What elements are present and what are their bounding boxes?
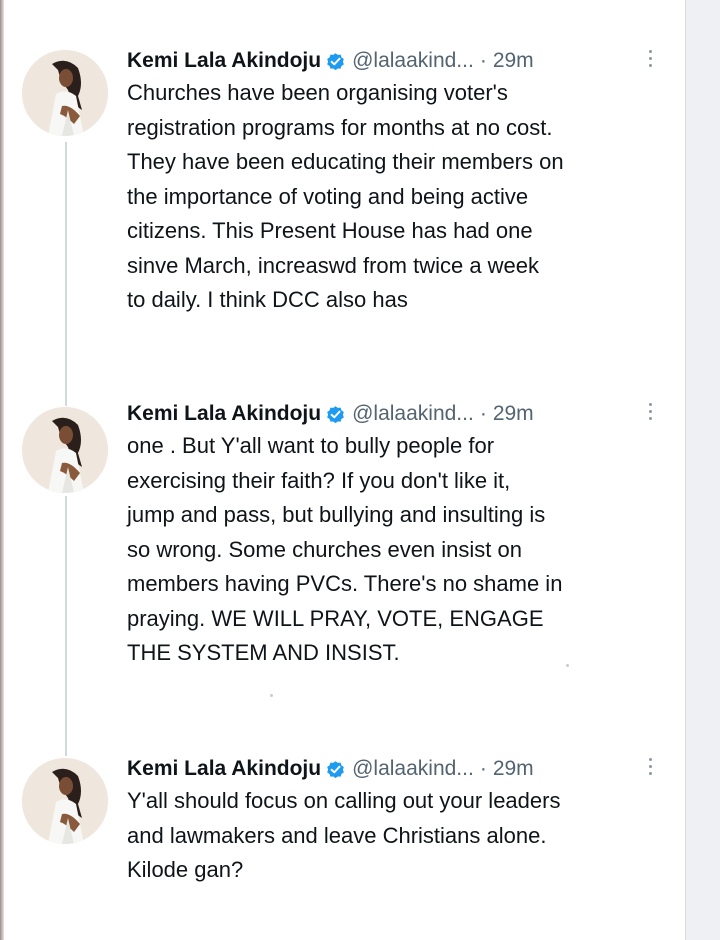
tweet-text-line: jump and pass, but bullying and insultin… [127,502,546,527]
left-edge-border [0,0,4,940]
tweet-header: Kemi Lala Akindoju @lalaakind... · 29m [127,399,534,429]
tweet-text-line: and lawmakers and leave Christians alone… [127,822,547,848]
more-options-icon[interactable] [646,403,654,427]
tweet-text-line: citizens. This Present House has had one [127,218,533,243]
avatar-photo-icon [22,50,108,136]
verified-badge-icon [327,52,344,70]
timestamp[interactable]: 29m [493,402,534,426]
tweet-text: Y'all should focus on calling out your l… [127,784,657,888]
tweet-header: Kemi Lala Akindoju @lalaakind... · 29m [127,754,534,784]
tweet-text-line: exercising their faith? If you don't lik… [127,467,511,493]
avatar-photo-icon [22,407,108,493]
tweet-text-line: praying. WE WILL PRAY, VOTE, ENGAGE [127,605,544,631]
tweet-text-line: Churches have been organising voter's [127,80,508,105]
author-handle[interactable]: @lalaakind... [352,49,474,73]
tweet-text-line: THE SYSTEM AND INSIST. [127,640,400,665]
author-handle[interactable]: @lalaakind... [352,402,474,426]
thread-connector-line [65,496,67,756]
tweet-text-line: sinve March, increaswd from twice a week [127,252,540,278]
tweet-text-line: the importance of voting and being activ… [127,183,529,209]
avatar[interactable] [22,50,108,136]
tweet-text-line: to daily. I think DCC also has [127,287,408,312]
verified-badge-icon [327,405,344,423]
separator-dot: · [479,402,487,425]
tweet-header: Kemi Lala Akindoju @lalaakind... · 29m [127,46,534,76]
tweet-text-line: They have been educating their members o… [127,149,564,174]
more-options-icon[interactable] [646,758,654,782]
verified-badge-icon [327,760,344,778]
author-name[interactable]: Kemi Lala Akindoju [127,402,321,426]
tweet-text-line: Y'all should focus on calling out your l… [127,788,561,813]
tweet-text-line: so wrong. Some churches even insist on [127,536,522,562]
timestamp[interactable]: 29m [493,757,534,781]
tweet-thread-screenshot: Kemi Lala Akindoju @lalaakind... · 29m C… [0,0,720,940]
author-name[interactable]: Kemi Lala Akindoju [127,757,321,781]
author-name[interactable]: Kemi Lala Akindoju [127,49,321,73]
tweet-text: Churches have been organising voter's re… [127,76,657,318]
tweet-text-line: members having PVCs. There's no shame in [127,571,563,596]
tweet-text-line: registration programs for months at no c… [127,114,553,140]
tweet-text: one . But Y'all want to bully people for… [127,429,657,671]
separator-dot: · [479,49,487,72]
divider-dot [270,694,273,697]
separator-dot: · [479,757,487,780]
avatar[interactable] [22,407,108,493]
timestamp[interactable]: 29m [493,49,534,73]
avatar-photo-icon [22,758,108,844]
thread-connector-line [65,142,67,406]
avatar[interactable] [22,758,108,844]
tweet-text-line: one . But Y'all want to bully people for [127,433,495,458]
right-side-panel [685,0,720,940]
author-handle[interactable]: @lalaakind... [352,757,474,781]
more-options-icon[interactable] [646,50,654,74]
tweet-text-line: Kilode gan? [127,857,244,882]
